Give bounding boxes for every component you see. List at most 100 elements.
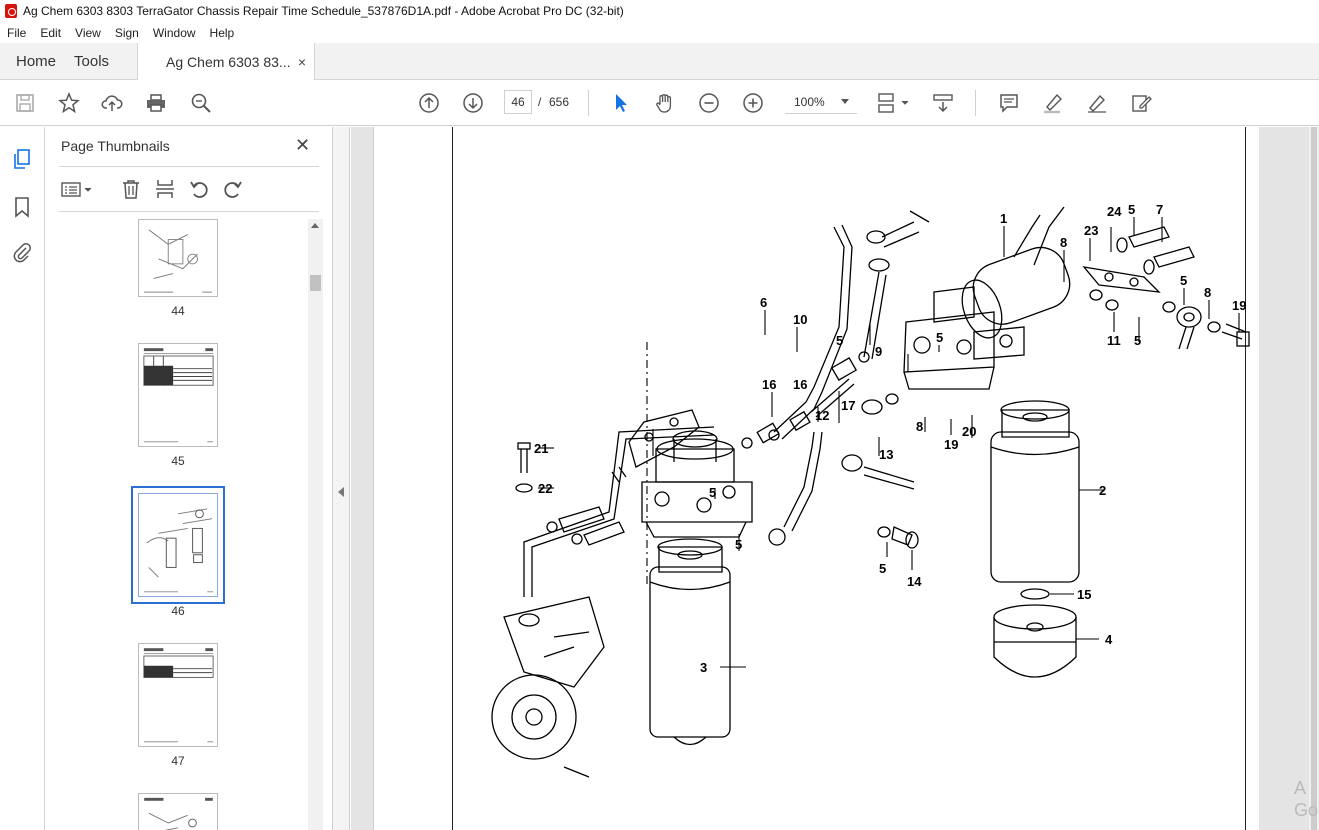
print-icon[interactable] <box>144 91 168 115</box>
diagram-callout: 21 <box>534 441 548 456</box>
select-tool-icon[interactable] <box>609 91 633 115</box>
panel-divider <box>59 166 319 167</box>
highlight-pen-icon[interactable] <box>1041 91 1065 115</box>
delete-page-icon[interactable] <box>119 178 143 200</box>
diagram-callout: 7 <box>1156 202 1163 217</box>
scroll-mode-icon[interactable] <box>931 91 955 115</box>
rotate-right-icon[interactable] <box>221 178 245 200</box>
diagram-callout: 3 <box>700 660 707 675</box>
chevron-down-icon <box>841 99 849 104</box>
main-toolbar <box>0 80 1319 126</box>
diagram-callout: 19 <box>944 437 958 452</box>
scrollbar-thumb[interactable] <box>1311 127 1317 830</box>
diagram-callout: 6 <box>760 295 767 310</box>
thumbnail-label: 47 <box>171 754 185 768</box>
page-number-input[interactable]: 46 <box>504 90 532 114</box>
diagram-callout: 5 <box>1134 333 1141 348</box>
panel-divider <box>59 211 319 212</box>
edit-pdf-icon[interactable] <box>1129 91 1153 115</box>
diagram-callout: 8 <box>1060 235 1067 250</box>
diagram-callout: 22 <box>538 481 552 496</box>
pdf-page: 1 23 8 24 5 7 5 8 19 5 11 10 6 16 5 9 17 5 16 12 21 22 5 13 5 8 20… <box>373 127 1259 830</box>
diagram-callout: 5 <box>1128 202 1135 217</box>
tab-bar: Home Tools Ag Chem 6303 83... × <box>0 43 1319 81</box>
page-thumbnails-icon[interactable] <box>10 147 34 171</box>
menu-help[interactable]: Help <box>203 26 242 40</box>
zoom-dropdown[interactable]: 100% <box>785 90 857 114</box>
diagram-callout: 2 <box>1099 483 1106 498</box>
diagram-callout: 5 <box>936 330 943 345</box>
diagram-callout: 13 <box>879 447 893 462</box>
close-panel-icon[interactable]: ✕ <box>295 135 310 156</box>
thumbnail-scrollbar[interactable] <box>308 219 323 830</box>
hand-tool-icon[interactable] <box>653 91 677 115</box>
diagram-callout: 11 <box>1107 333 1121 348</box>
diagram-callout: 5 <box>1180 273 1187 288</box>
thumbnail-label: 46 <box>171 604 185 618</box>
thumbnail-page-selected[interactable] <box>131 486 225 604</box>
collapse-panel-bar[interactable] <box>333 127 350 830</box>
diagram-callout: 9 <box>875 344 882 359</box>
rotate-left-icon[interactable] <box>187 178 211 200</box>
document-viewer[interactable]: 1 23 8 24 5 7 5 8 19 5 11 10 6 16 5 9 17 5 16 12 21 22 5 13 5 8 20… <box>351 127 1319 830</box>
bookmark-icon[interactable] <box>10 195 34 219</box>
tab-document[interactable]: Ag Chem 6303 83... × <box>137 43 316 81</box>
window-title: Ag Chem 6303 8303 TerraGator Chassis Rep… <box>23 4 624 18</box>
insert-page-icon[interactable] <box>153 178 177 200</box>
title-bar: Ag Chem 6303 8303 TerraGator Chassis Rep… <box>0 0 1319 22</box>
diagram-callout: 16 <box>762 377 776 392</box>
thumbnail-page[interactable] <box>138 643 218 747</box>
menu-view[interactable]: View <box>68 26 108 40</box>
thumbnail-page[interactable] <box>138 793 218 830</box>
menu-edit[interactable]: Edit <box>33 26 68 40</box>
zoom-out-icon[interactable] <box>697 91 721 115</box>
toolbar-divider <box>588 90 589 116</box>
panel-title: Page Thumbnails <box>61 138 170 154</box>
comment-icon[interactable] <box>997 91 1021 115</box>
tab-home[interactable]: Home <box>0 43 72 79</box>
menu-sign[interactable]: Sign <box>108 26 146 40</box>
diagram-callout: 23 <box>1084 223 1098 238</box>
page-separator: / <box>538 95 542 109</box>
sign-pen-icon[interactable] <box>1085 91 1109 115</box>
close-tab-icon[interactable]: × <box>298 54 306 70</box>
zoom-in-icon[interactable] <box>741 91 765 115</box>
chevron-left-icon[interactable] <box>338 487 344 497</box>
document-tab-label: Ag Chem 6303 83... <box>166 54 291 70</box>
previous-page-icon[interactable] <box>417 91 441 115</box>
fuel-filter-exploded-diagram: 123824 5 75819511106165917516122122 51358 20… <box>491 202 1250 778</box>
menu-file[interactable]: File <box>0 26 33 40</box>
upload-cloud-icon[interactable] <box>100 91 124 115</box>
page-display-icon[interactable] <box>876 91 912 115</box>
thumbnail-list: 44 45 46 47 <box>59 219 307 830</box>
scrollbar-thumb[interactable] <box>310 275 321 291</box>
thumbnail-page[interactable] <box>138 343 218 447</box>
star-icon[interactable] <box>57 91 81 115</box>
attachment-icon[interactable] <box>10 240 34 264</box>
scroll-up-icon[interactable] <box>311 223 319 228</box>
diagram-callout: 16 <box>793 377 807 392</box>
menu-window[interactable]: Window <box>146 26 203 40</box>
thumbnail-options-icon[interactable] <box>59 178 95 200</box>
diagram-callout: 20 <box>962 424 976 439</box>
diagram-callout: 24 <box>1107 204 1122 219</box>
acrobat-app-icon <box>5 4 17 18</box>
diagram-callout: 4 <box>1105 632 1113 647</box>
save-icon[interactable] <box>13 91 37 115</box>
watermark-line: Go <box>1294 800 1319 820</box>
diagram-callout: 12 <box>815 408 829 423</box>
document-scrollbar[interactable] <box>1309 127 1319 830</box>
next-page-icon[interactable] <box>461 91 485 115</box>
activate-windows-watermark: A Go <box>1294 777 1318 821</box>
thumbnail-label: 44 <box>171 304 185 318</box>
diagram-callout: 19 <box>1232 298 1246 313</box>
diagram-callout: 14 <box>907 574 922 589</box>
thumbnail-label: 45 <box>171 454 185 468</box>
page-count: 656 <box>549 95 570 109</box>
find-zoom-icon[interactable] <box>189 91 213 115</box>
diagram-callout: 17 <box>841 398 855 413</box>
thumbnail-page[interactable] <box>138 219 218 297</box>
diagram-callout: 5 <box>735 537 742 552</box>
tab-tools[interactable]: Tools <box>72 43 125 79</box>
diagram-callout: 10 <box>793 312 807 327</box>
